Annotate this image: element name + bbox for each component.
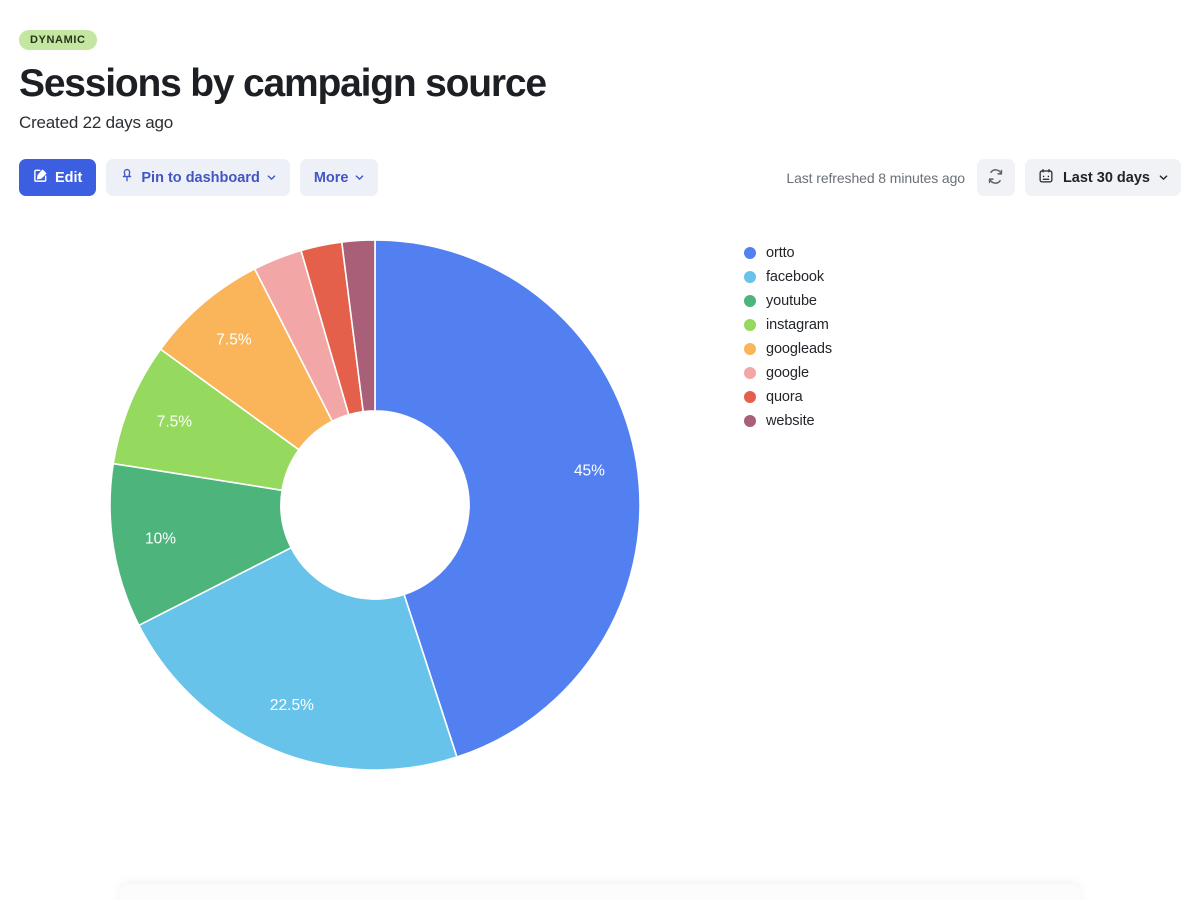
legend-item-facebook[interactable]: facebook xyxy=(744,268,832,286)
toolbar-right-group: Last refreshed 8 minutes ago Last 30 day… xyxy=(786,159,1181,196)
date-range-picker[interactable]: Last 30 days xyxy=(1024,159,1181,196)
toolbar: Edit Pin to dashboard More Last refreshe… xyxy=(19,159,1181,196)
report-page: DYNAMIC Sessions by campaign source Crea… xyxy=(0,0,1200,900)
legend-label: quora xyxy=(766,389,803,405)
legend-item-quora[interactable]: quora xyxy=(744,388,832,406)
legend-item-youtube[interactable]: youtube xyxy=(744,292,832,310)
legend-label: ortto xyxy=(766,245,795,261)
toolbar-left-group: Edit Pin to dashboard More xyxy=(19,159,379,196)
refresh-icon xyxy=(987,168,1004,188)
legend-color-swatch xyxy=(744,271,756,283)
legend-label: googleads xyxy=(766,341,833,357)
pin-to-dashboard-label: Pin to dashboard xyxy=(141,169,260,186)
edit-button[interactable]: Edit xyxy=(19,159,97,196)
pin-icon xyxy=(120,168,134,187)
more-button-label: More xyxy=(313,169,349,186)
pin-to-dashboard-button[interactable]: Pin to dashboard xyxy=(106,159,290,196)
pie-slice-label-ortto: 45% xyxy=(574,463,605,480)
edit-pencil-square-icon xyxy=(33,168,48,187)
pie-slice-label-googleads: 7.5% xyxy=(216,331,252,348)
chart-legend: ortto facebook youtube instagram googleads go… xyxy=(744,244,832,430)
legend-item-instagram[interactable]: instagram xyxy=(744,316,832,334)
page-header: DYNAMIC Sessions by campaign source Crea… xyxy=(0,0,1200,133)
chevron-down-icon xyxy=(355,173,364,182)
calendar-icon xyxy=(1038,168,1054,188)
bottom-panel xyxy=(120,884,1080,900)
last-refreshed-text: Last refreshed 8 minutes ago xyxy=(786,169,965,186)
legend-color-swatch xyxy=(744,343,756,355)
legend-color-swatch xyxy=(744,415,756,427)
chart-area: 45% 22.5% 10% 7.5% 7.5% ortto facebook youtube… xyxy=(0,222,1200,782)
legend-label: facebook xyxy=(766,269,825,285)
legend-item-google[interactable]: google xyxy=(744,364,832,382)
pie-slice-label-youtube: 10% xyxy=(145,530,176,547)
legend-color-swatch xyxy=(744,391,756,403)
legend-color-swatch xyxy=(744,247,756,259)
pie-slice-label-facebook: 22.5% xyxy=(270,697,314,714)
status-badge: DYNAMIC xyxy=(19,30,97,50)
legend-label: google xyxy=(766,365,809,381)
legend-color-swatch xyxy=(744,367,756,379)
legend-label: youtube xyxy=(766,293,817,309)
legend-label: website xyxy=(766,413,815,429)
page-subtitle: Created 22 days ago xyxy=(19,113,174,132)
chevron-down-icon xyxy=(1159,173,1168,182)
legend-item-googleads[interactable]: googleads xyxy=(744,340,832,358)
pie-slice-label-instagram: 7.5% xyxy=(157,413,193,430)
page-title: Sessions by campaign source xyxy=(19,62,547,105)
legend-item-ortto[interactable]: ortto xyxy=(744,244,832,262)
date-range-label: Last 30 days xyxy=(1062,169,1150,186)
legend-color-swatch xyxy=(744,295,756,307)
legend-item-website[interactable]: website xyxy=(744,412,832,430)
edit-button-label: Edit xyxy=(55,169,83,186)
donut-chart[interactable]: 45% 22.5% 10% 7.5% 7.5% xyxy=(110,240,640,770)
legend-color-swatch xyxy=(744,319,756,331)
refresh-button[interactable] xyxy=(976,159,1015,196)
legend-label: instagram xyxy=(766,317,829,333)
donut-chart-svg: 45% 22.5% 10% 7.5% 7.5% xyxy=(110,240,640,770)
more-button[interactable]: More xyxy=(299,159,379,196)
chevron-down-icon xyxy=(267,173,276,182)
